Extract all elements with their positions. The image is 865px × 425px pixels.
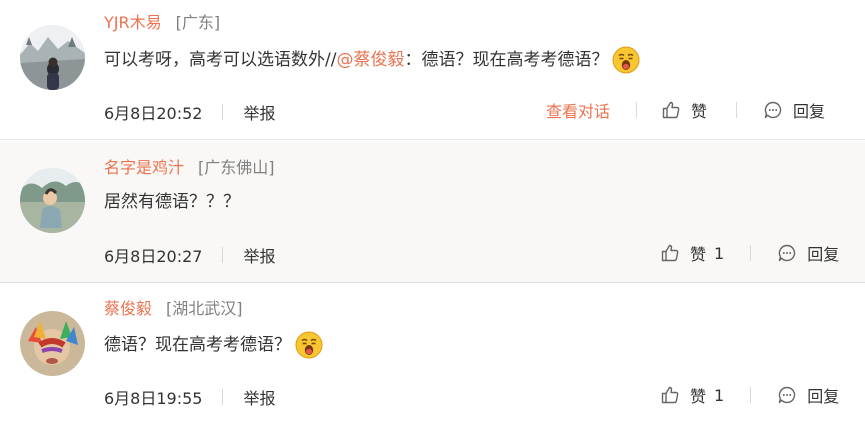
thumbs-up-icon <box>661 100 681 120</box>
comment-header: YJR木易 [广东] <box>104 12 220 34</box>
username-link[interactable]: YJR木易 <box>104 13 162 32</box>
comment-actions: 赞 1 回复 <box>660 240 839 266</box>
comment-bubble-icon <box>763 100 783 120</box>
location-label: [广东佛山] <box>198 158 275 177</box>
divider <box>750 245 752 261</box>
location-label: [广东] <box>175 13 221 32</box>
comment-actions: 查看对话 赞 回复 <box>546 97 825 123</box>
comment-meta: 6月8日20:27 举报 <box>104 242 276 268</box>
reply-button[interactable]: 回复 <box>777 383 839 407</box>
timestamp: 6月8日20:52 <box>104 104 203 123</box>
comment-header: 蔡俊毅 [湖北武汉] <box>104 298 243 320</box>
divider <box>222 104 224 120</box>
report-button[interactable]: 举报 <box>243 243 275 267</box>
like-label: 赞 <box>690 387 707 406</box>
like-count: 1 <box>714 385 725 405</box>
report-button[interactable]: 举报 <box>243 385 275 409</box>
avatar[interactable] <box>20 168 85 233</box>
comment-text-part: 德语？现在高考考德语？ <box>104 335 291 355</box>
comment-item: 蔡俊毅 [湖北武汉] 德语？现在高考考德语？ 6月8日19:55 举报 赞 1 回… <box>0 284 865 425</box>
comment-bubble-icon <box>777 385 797 405</box>
comment-actions: 赞 1 回复 <box>660 382 839 408</box>
divider <box>736 102 738 118</box>
comment-header: 名字是鸡汁 [广东佛山] <box>104 157 275 179</box>
comment-meta: 6月8日20:52 举报 <box>104 99 276 125</box>
comment-text: 居然有德语？？？ <box>104 189 240 215</box>
like-button[interactable]: 赞 <box>661 98 707 122</box>
divider <box>750 387 752 403</box>
reply-button[interactable]: 回复 <box>777 241 839 265</box>
username-link[interactable]: 蔡俊毅 <box>104 299 152 318</box>
thumbs-up-icon <box>660 385 680 405</box>
comment-meta: 6月8日19:55 举报 <box>104 384 276 410</box>
divider <box>222 389 224 405</box>
comment-item: 名字是鸡汁 [广东佛山] 居然有德语？？？ 6月8日20:27 举报 赞 1 回复 <box>0 141 865 283</box>
comment-text-part: ：德语？现在高考考德语？ <box>404 50 609 70</box>
comment-item: YJR木易 [广东] 可以考呀，高考可以选语数外//@蔡俊毅 ：德语？现在高考考德语… <box>0 0 865 140</box>
avatar[interactable] <box>20 25 85 90</box>
shocked-face-emoji-icon <box>295 331 323 359</box>
timestamp: 6月8日20:27 <box>104 247 203 266</box>
thumbs-up-icon <box>660 243 680 263</box>
comment-text-part: 可以考呀，高考可以选语数外// <box>104 50 337 70</box>
like-count: 1 <box>714 243 725 263</box>
location-label: [湖北武汉] <box>166 299 243 318</box>
comment-bubble-icon <box>777 243 797 263</box>
reply-button[interactable]: 回复 <box>763 98 825 122</box>
like-button[interactable]: 赞 1 <box>660 241 724 265</box>
divider <box>222 247 224 263</box>
like-button[interactable]: 赞 1 <box>660 383 724 407</box>
shocked-face-emoji-icon <box>612 46 640 74</box>
avatar[interactable] <box>20 311 85 376</box>
divider <box>636 102 638 118</box>
comment-text-part: 居然有德语？？？ <box>104 192 240 212</box>
username-link[interactable]: 名字是鸡汁 <box>104 158 184 177</box>
reply-label: 回复 <box>807 245 840 264</box>
mention-link[interactable]: @蔡俊毅 <box>336 47 404 73</box>
comment-list: YJR木易 [广东] 可以考呀，高考可以选语数外//@蔡俊毅 ：德语？现在高考考德语… <box>0 0 865 425</box>
report-button[interactable]: 举报 <box>243 100 275 124</box>
comment-text: 德语？现在高考考德语？ <box>104 331 323 359</box>
reply-label: 回复 <box>807 387 840 406</box>
like-label: 赞 <box>690 245 707 264</box>
like-label: 赞 <box>691 102 708 121</box>
comment-text: 可以考呀，高考可以选语数外//@蔡俊毅 ：德语？现在高考考德语？ <box>104 46 640 74</box>
view-conversation-button[interactable]: 查看对话 <box>546 98 610 122</box>
reply-label: 回复 <box>793 102 826 121</box>
timestamp: 6月8日19:55 <box>104 389 203 408</box>
